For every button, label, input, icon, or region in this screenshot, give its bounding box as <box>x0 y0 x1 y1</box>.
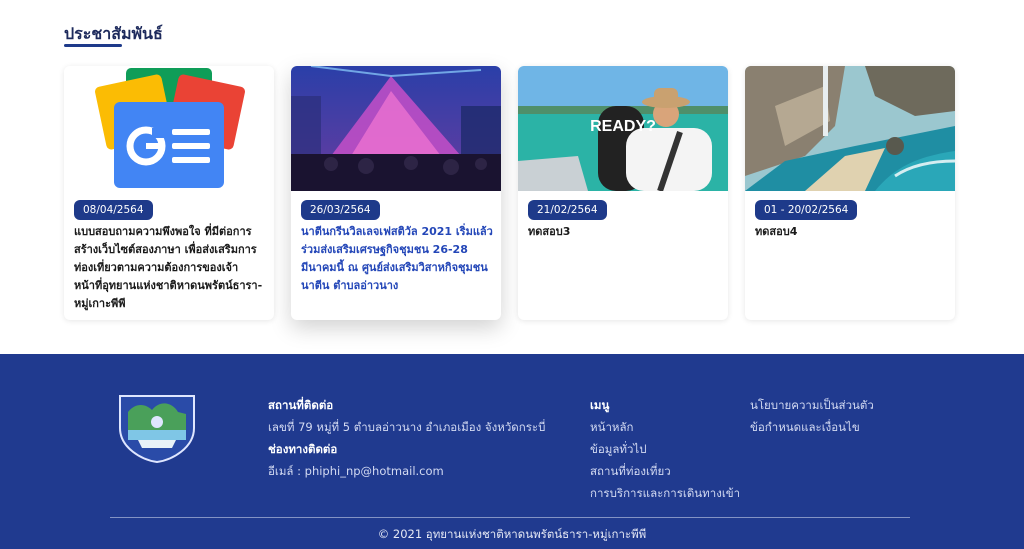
news-title[interactable]: ทดสอบ3 <box>528 223 720 241</box>
contact-heading: สถานที่ติดต่อ <box>268 398 334 412</box>
ready-overlay-text: READY? <box>590 118 656 135</box>
news-card[interactable]: READY? 21/02/2564 ทดสอบ3 <box>518 66 728 320</box>
menu-link-home[interactable]: หน้าหลัก <box>590 416 740 438</box>
menu-link-services-access[interactable]: การบริการและการเดินทางเข้า <box>590 482 740 504</box>
news-card[interactable]: 08/04/2564 แบบสอบถามความพึงพอใจ ที่มีต่อ… <box>64 66 274 320</box>
beach-travel-image: READY? <box>518 66 728 191</box>
menu-column: เมนู หน้าหลัก ข้อมูลทั่วไป สถานที่ท่องเท… <box>590 394 740 504</box>
date-badge: 01 - 20/02/2564 <box>755 200 858 220</box>
address-text: เลขที่ 79 หมู่ที่ 5 ตำบลอ่าวนาง อำเภอเมื… <box>268 420 546 434</box>
copyright-text: © 2021 อุทยานแห่งชาติหาดนพรัตน์ธารา-หมู่… <box>377 527 647 541</box>
menu-link-general-info[interactable]: ข้อมูลทั่วไป <box>590 438 740 460</box>
date-badge: 26/03/2564 <box>301 200 380 220</box>
google-news-image <box>64 66 274 191</box>
email-link[interactable]: อีเมล์ : phiphi_np@hotmail.com <box>268 460 545 482</box>
menu-heading: เมนู <box>590 398 610 412</box>
title-underline <box>64 44 122 47</box>
festival-image <box>291 66 501 191</box>
channel-heading: ช่องทางติดต่อ <box>268 442 338 456</box>
terms-link[interactable]: ข้อกำหนดและเงื่อนไข <box>750 416 874 438</box>
date-badge: 21/02/2564 <box>528 200 607 220</box>
date-badge: 08/04/2564 <box>74 200 153 220</box>
news-title[interactable]: ทดสอบ4 <box>755 223 947 241</box>
news-card[interactable]: 01 - 20/02/2564 ทดสอบ4 <box>745 66 955 320</box>
privacy-policy-link[interactable]: นโยบายความเป็นส่วนตัว <box>750 394 874 416</box>
coast-waterfall-image <box>745 66 955 191</box>
contact-column: สถานที่ติดต่อ เลขที่ 79 หมู่ที่ 5 ตำบลอ่… <box>268 394 545 482</box>
news-card[interactable]: 26/03/2564 นาตีนกรีนวิลเลจเฟสติวัล 2021 … <box>291 66 501 320</box>
policy-column: นโยบายความเป็นส่วนตัว ข้อกำหนดและเงื่อนไ… <box>750 394 874 438</box>
footer-divider <box>110 517 910 518</box>
park-emblem-logo <box>116 392 198 464</box>
menu-link-attractions[interactable]: สถานที่ท่องเที่ยว <box>590 460 740 482</box>
site-footer: สถานที่ติดต่อ เลขที่ 79 หมู่ที่ 5 ตำบลอ่… <box>0 354 1024 549</box>
news-card-list: 08/04/2564 แบบสอบถามความพึงพอใจ ที่มีต่อ… <box>64 66 956 320</box>
news-title[interactable]: นาตีนกรีนวิลเลจเฟสติวัล 2021 เริ่มแล้ว ร… <box>301 223 493 295</box>
news-title[interactable]: แบบสอบถามความพึงพอใจ ที่มีต่อการสร้างเว็… <box>74 223 266 313</box>
